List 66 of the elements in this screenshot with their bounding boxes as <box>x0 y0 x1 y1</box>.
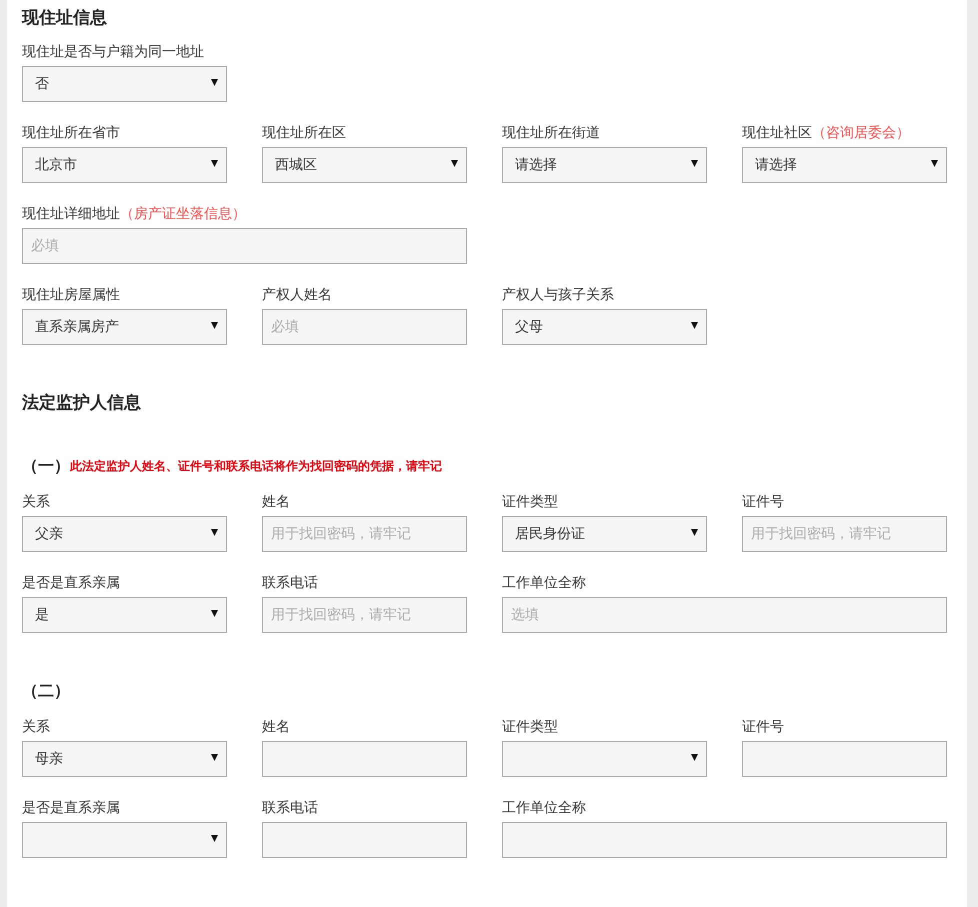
field-label: 关系 <box>22 719 50 735</box>
select-field[interactable]: 父母 <box>502 309 707 345</box>
field-label: 现住址所在省市 <box>22 125 120 141</box>
input-field[interactable]: 必填 <box>262 309 467 345</box>
field-label: 证件类型 <box>502 719 558 735</box>
input-field[interactable] <box>742 741 947 777</box>
select-field[interactable]: 直系亲属房产 <box>22 309 227 345</box>
input-field[interactable]: 用于找回密码，请牢记 <box>262 516 467 552</box>
field-label: 产权人姓名 <box>262 287 332 303</box>
select-field[interactable]: 北京市 <box>22 147 227 183</box>
caret-icon <box>211 834 218 842</box>
select-field[interactable] <box>22 822 227 858</box>
select-field[interactable] <box>502 741 707 777</box>
field-hint: （房产证坐落信息） <box>120 206 246 222</box>
input-field[interactable]: 用于找回密码，请牢记 <box>742 516 947 552</box>
caret-icon <box>211 528 218 536</box>
select-field[interactable]: 否 <box>22 66 227 102</box>
field-label: 现住址社区 <box>742 125 812 141</box>
input-field[interactable] <box>262 822 467 858</box>
caret-icon <box>211 753 218 761</box>
select-field[interactable]: 是 <box>22 597 227 633</box>
select-field[interactable]: 请选择 <box>742 147 947 183</box>
field-label: 现住址是否与户籍为同一地址 <box>22 44 204 60</box>
input-field[interactable] <box>502 822 947 858</box>
input-field[interactable]: 用于找回密码，请牢记 <box>262 597 467 633</box>
field-label: 证件号 <box>742 494 784 510</box>
select-field[interactable]: 居民身份证 <box>502 516 707 552</box>
input-field[interactable]: 必填 <box>22 228 467 264</box>
field-label: 证件类型 <box>502 494 558 510</box>
select-field[interactable]: 请选择 <box>502 147 707 183</box>
field-label: 工作单位全称 <box>502 575 586 591</box>
section-title: 现住址信息 <box>22 7 108 30</box>
field-label: 姓名 <box>262 719 290 735</box>
group-heading: （二） <box>22 681 70 701</box>
select-field[interactable]: 母亲 <box>22 741 227 777</box>
field-label: 是否是直系亲属 <box>22 575 120 591</box>
group-heading: （一） <box>22 456 70 476</box>
caret-icon <box>211 321 218 329</box>
caret-icon <box>211 78 218 86</box>
field-label: 工作单位全称 <box>502 800 586 816</box>
caret-icon <box>211 159 218 167</box>
field-hint: （咨询居委会） <box>812 125 910 141</box>
field-label: 现住址房屋属性 <box>22 287 120 303</box>
field-label: 联系电话 <box>262 575 318 591</box>
caret-icon <box>691 753 698 761</box>
field-label: 产权人与孩子关系 <box>502 287 614 303</box>
field-label: 姓名 <box>262 494 290 510</box>
caret-icon <box>931 159 938 167</box>
field-label: 关系 <box>22 494 50 510</box>
caret-icon <box>691 528 698 536</box>
field-label: 证件号 <box>742 719 784 735</box>
field-label: 现住址所在区 <box>262 125 346 141</box>
caret-icon <box>691 159 698 167</box>
caret-icon <box>211 609 218 617</box>
input-field[interactable] <box>262 741 467 777</box>
input-field[interactable]: 选填 <box>502 597 947 633</box>
caret-icon <box>451 159 458 167</box>
caret-icon <box>691 321 698 329</box>
field-label: 现住址详细地址 <box>22 206 120 222</box>
field-label: 联系电话 <box>262 800 318 816</box>
field-label: 是否是直系亲属 <box>22 800 120 816</box>
warning-note: 此法定监护人姓名、证件号和联系电话将作为找回密码的凭据，请牢记 <box>70 458 442 475</box>
select-field[interactable]: 西城区 <box>262 147 467 183</box>
section-title: 法定监护人信息 <box>22 392 142 415</box>
field-label: 现住址所在街道 <box>502 125 600 141</box>
select-field[interactable]: 父亲 <box>22 516 227 552</box>
